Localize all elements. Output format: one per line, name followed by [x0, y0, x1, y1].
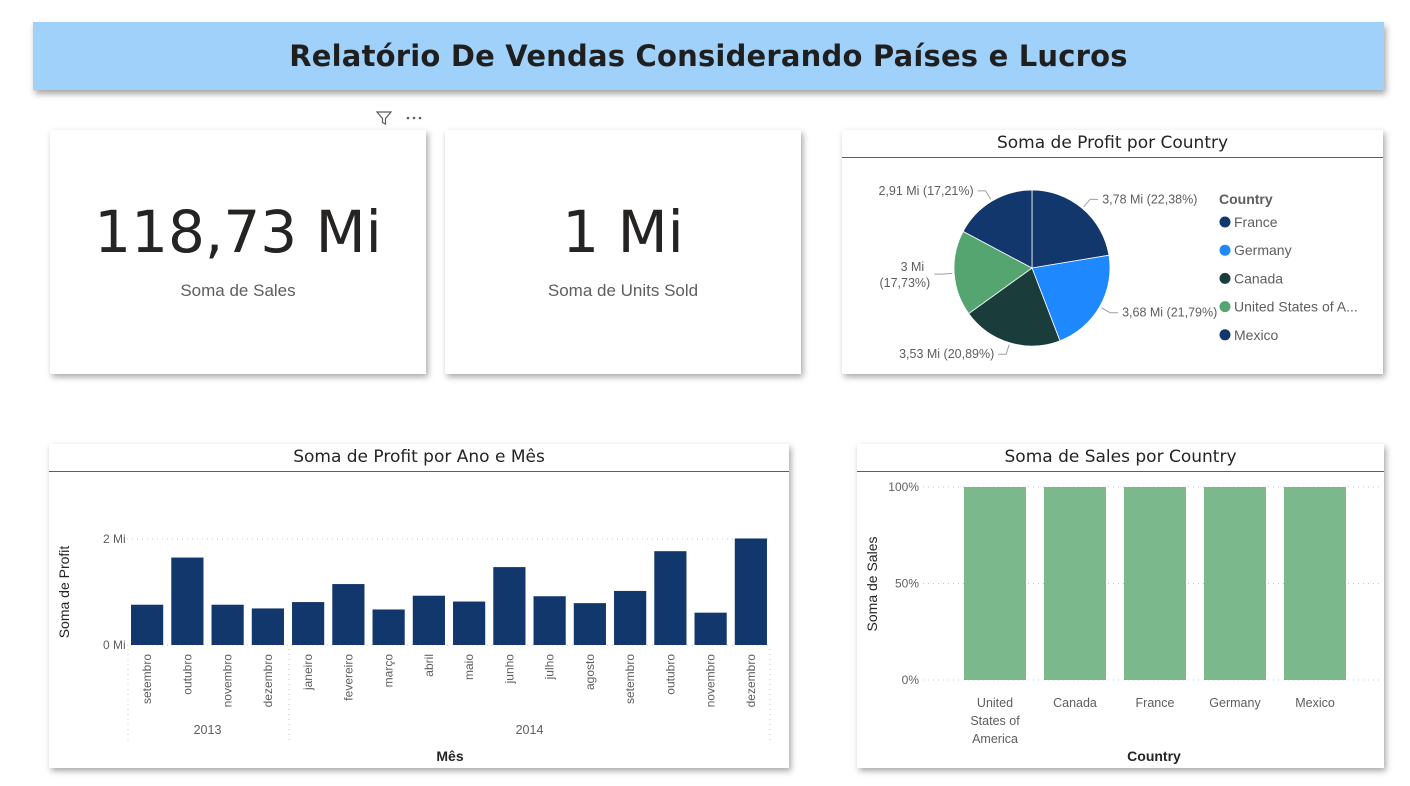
bar-profit-6	[372, 609, 405, 645]
x-axis-title: Country	[1127, 748, 1181, 764]
x-tick-label: janeiro	[301, 654, 315, 691]
y-tick-label: 0%	[902, 673, 920, 687]
x-tick-label: setembro	[623, 654, 637, 704]
x-tick-label: dezembro	[744, 654, 758, 708]
x-tick-label: States of	[970, 714, 1020, 728]
x-tick-label: Germany	[1209, 696, 1261, 710]
pie-leader-line-france	[1083, 198, 1099, 208]
y-tick-label: 50%	[895, 577, 919, 591]
filter-icon[interactable]	[374, 108, 394, 128]
x-tick-label: Canada	[1053, 696, 1097, 710]
pie-slice-france	[1031, 189, 1110, 269]
legend-label-united-states-of-america: United States of A...	[1234, 299, 1358, 315]
x-tick-label: Mexico	[1295, 696, 1335, 710]
legend-label-mexico: Mexico	[1234, 327, 1279, 343]
x-tick-label: março	[382, 654, 396, 688]
x-tick-label: dezembro	[261, 654, 275, 708]
bar-profit-9	[493, 567, 526, 645]
x-tick-label: maio	[462, 654, 476, 680]
x-tick-label: outubro	[663, 654, 677, 695]
legend-label-france: France	[1234, 214, 1278, 230]
x-tick-label: julho	[543, 654, 557, 681]
bar-profit-4	[292, 602, 325, 645]
bar-profit-7	[412, 595, 445, 645]
y-tick-label: 0 Mi	[103, 638, 126, 652]
x-tick-label: France	[1136, 696, 1175, 710]
bar-sales-0	[964, 487, 1026, 680]
bar-profit-10	[533, 596, 566, 645]
kpi-card-units[interactable]: 1 Mi Soma de Units Sold	[445, 130, 801, 374]
bar-profit-0	[131, 604, 164, 645]
bar-profit-8	[453, 601, 486, 645]
kpi-card-sales[interactable]: 118,73 Mi Soma de Sales	[50, 130, 426, 374]
pie-leader-line-canada	[998, 344, 1010, 355]
x-tick-label: junho	[502, 654, 516, 685]
pie-chart-card[interactable]: Soma de Profit por Country 3,78 Mi (22,3…	[842, 130, 1383, 374]
kpi-sales-label: Soma de Sales	[180, 281, 296, 300]
x-tick-label: abril	[422, 654, 436, 677]
pie-chart: 3,78 Mi (22,38%) 3,68 Mi (21,79%) 3,53 Mi …	[878, 184, 1358, 361]
pie-leader-line-mexico	[977, 190, 992, 200]
x-tick-label: novembro	[221, 654, 235, 708]
y-axis-title: Soma de Profit	[56, 546, 72, 639]
legend-marker-mexico	[1219, 329, 1231, 341]
pie-leader-line-germany	[1101, 307, 1119, 314]
x-tick-label: United	[977, 696, 1013, 710]
y-axis-title: Soma de Sales	[864, 537, 880, 632]
y-tick-label: 100%	[888, 480, 919, 494]
x-tick-label: agosto	[583, 654, 597, 690]
profit-bar-chart: 0 Mi 2 Mi Soma de Profit setembro outubro nov…	[56, 532, 771, 764]
x-tick-label: America	[972, 732, 1018, 746]
kpi-units-value: 1 Mi	[562, 198, 684, 266]
pie-data-label-united-states-of-america: 3 Mi	[901, 260, 925, 274]
bar-profit-15	[734, 538, 767, 645]
year-label-2013: 2013	[194, 723, 222, 737]
pie-legend-title: Country	[1219, 191, 1273, 207]
x-axis-title: Mês	[436, 748, 463, 764]
pie-data-label-mexico: 2,91 Mi (17,21%)	[878, 184, 973, 198]
bar-profit-14	[694, 612, 727, 645]
pie-data-label-germany: 3,68 Mi (21,79%)	[1122, 306, 1217, 320]
legend-label-germany: Germany	[1234, 242, 1292, 258]
legend-marker-germany	[1219, 244, 1231, 256]
profit-bar-chart-card[interactable]: Soma de Profit por Ano e Mês 0 Mi 2 Mi Som…	[49, 444, 789, 768]
bar-profit-5	[332, 584, 365, 645]
legend-marker-france	[1219, 216, 1231, 228]
bar-profit-2	[211, 604, 244, 645]
legend-marker-canada	[1219, 272, 1231, 284]
pie-data-label-pct-united-states-of-america: (17,73%)	[879, 276, 930, 290]
report-title: Relatório De Vendas Considerando Países …	[289, 39, 1128, 73]
x-tick-label: setembro	[140, 654, 154, 704]
legend-marker-united-states-of-america	[1219, 301, 1231, 313]
x-tick-label: outubro	[180, 654, 194, 695]
pie-data-label-canada: 3,53 Mi (20,89%)	[899, 347, 994, 361]
pie-data-label-france: 3,78 Mi (22,38%)	[1102, 192, 1197, 206]
y-tick-label: 2 Mi	[103, 532, 126, 546]
kpi-sales-value: 118,73 Mi	[94, 198, 382, 266]
visual-toolbar	[374, 108, 424, 128]
bar-profit-12	[614, 590, 647, 645]
kpi-units-label: Soma de Units Sold	[547, 281, 699, 300]
bar-sales-2	[1124, 487, 1186, 680]
x-tick-label: fevereiro	[341, 654, 355, 701]
bar-profit-3	[251, 608, 284, 645]
sales-bar-chart: 0% 50% 100% Soma de Sales United States of Ame…	[864, 480, 1383, 764]
year-label-2014: 2014	[516, 723, 544, 737]
bar-sales-4	[1284, 487, 1346, 680]
bar-profit-1	[171, 557, 204, 645]
bar-sales-1	[1044, 487, 1106, 680]
x-tick-label: novembro	[704, 654, 718, 708]
more-options-icon[interactable]	[404, 108, 424, 128]
pie-leader-line-united-states-of-america	[934, 272, 953, 275]
legend-label-canada: Canada	[1234, 270, 1283, 286]
bar-sales-3	[1204, 487, 1266, 680]
sales-bar-chart-card[interactable]: Soma de Sales por Country 0% 50% 100% Soma …	[857, 444, 1384, 768]
report-header: Relatório De Vendas Considerando Países …	[33, 22, 1384, 90]
bar-profit-11	[573, 603, 606, 645]
bar-profit-13	[654, 551, 687, 645]
